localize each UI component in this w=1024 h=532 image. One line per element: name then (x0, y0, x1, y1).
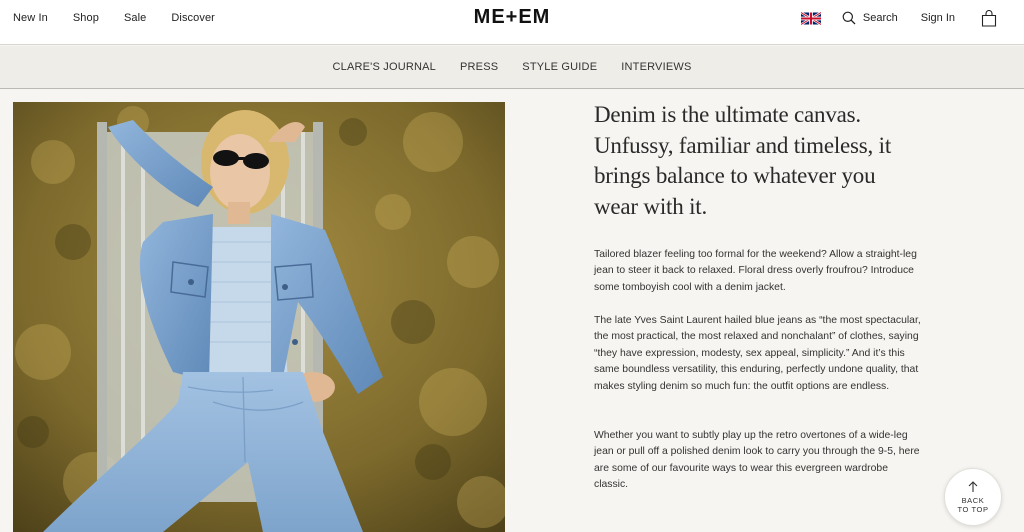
hero-image (13, 102, 505, 532)
journal-subnav: CLARE'S JOURNAL PRESS STYLE GUIDE INTERV… (0, 46, 1024, 89)
back-to-top-label: BACK TO TOP (957, 495, 989, 514)
article-paragraph: Whether you want to subtly play up the r… (594, 430, 920, 491)
subnav-interviews[interactable]: INTERVIEWS (621, 61, 691, 73)
brand-logo[interactable]: ME+EM (474, 6, 551, 28)
subnav-clares-journal[interactable]: CLARE'S JOURNAL (332, 61, 436, 73)
uk-flag-icon[interactable] (800, 11, 821, 25)
article-headline: Denim is the ultimate canvas. Unfussy, f… (594, 102, 892, 219)
nav-discover[interactable]: Discover (171, 12, 215, 24)
site-header: New In Shop Sale Discover ME+EM Search S… (0, 0, 1024, 45)
search-button[interactable]: Search (842, 11, 898, 25)
subnav-style-guide[interactable]: STYLE GUIDE (522, 61, 597, 73)
back-to-top-button[interactable]: BACK TO TOP (944, 468, 1002, 526)
nav-new-in[interactable]: New In (13, 12, 48, 24)
nav-shop[interactable]: Shop (73, 12, 99, 24)
article-paragraph: Tailored blazer feeling too formal for t… (594, 249, 917, 293)
subnav-press[interactable]: PRESS (460, 61, 498, 73)
utility-nav: Search Sign In (800, 0, 1024, 36)
search-label: Search (862, 12, 898, 24)
primary-nav: New In Shop Sale Discover (13, 0, 240, 36)
article-paragraph: The late Yves Saint Laurent hailed blue … (594, 315, 921, 392)
shopping-bag-icon[interactable] (981, 9, 997, 27)
woman-in-denim-illustration (13, 102, 505, 532)
sign-in-link[interactable]: Sign In (921, 12, 955, 24)
nav-sale[interactable]: Sale (124, 12, 146, 24)
search-icon (842, 11, 856, 25)
arrow-up-icon (968, 480, 978, 492)
